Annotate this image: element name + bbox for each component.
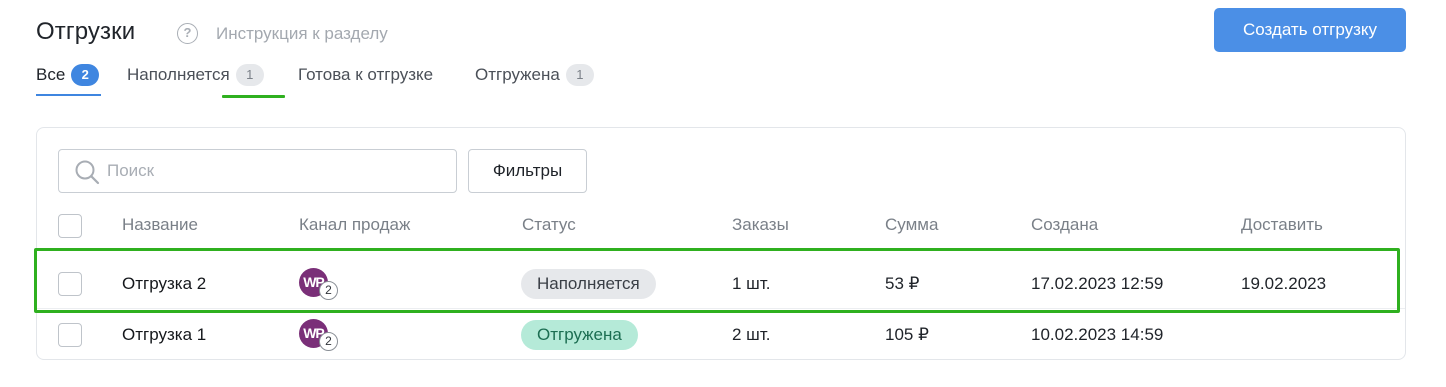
tab-count-badge: 1 xyxy=(565,64,594,86)
tab-count-badge: 2 xyxy=(71,64,100,86)
tab-all[interactable]: Все 2 xyxy=(36,62,101,96)
question-circle-icon[interactable]: ? xyxy=(177,23,198,44)
tab-label: Наполняется xyxy=(127,65,230,84)
search-input[interactable] xyxy=(107,159,437,183)
create-shipment-button[interactable]: Создать отгрузку xyxy=(1214,8,1406,52)
sum-value: 105 ₽ xyxy=(885,325,929,344)
page-title: Отгрузки xyxy=(36,18,136,45)
column-header-name[interactable]: Название xyxy=(122,215,198,235)
sales-channel: WP 2 xyxy=(299,266,339,300)
column-header-status[interactable]: Статус xyxy=(522,215,576,235)
column-header-deliver[interactable]: Доставить xyxy=(1241,215,1323,235)
shipment-name[interactable]: Отгрузка 1 xyxy=(122,325,206,345)
column-header-sum[interactable]: Сумма xyxy=(885,215,938,235)
deliver-date: 19.02.2023 xyxy=(1241,274,1327,293)
tab-ready-to-ship[interactable]: Готова к отгрузке xyxy=(298,62,433,96)
shipment-name[interactable]: Отгрузка 2 xyxy=(122,274,206,294)
tab-label: Все xyxy=(36,65,66,84)
status-badge: Отгружена xyxy=(521,320,638,350)
orders-count: 1 шт. xyxy=(732,274,771,293)
help-instruction-link[interactable]: Инструкция к разделу xyxy=(216,24,388,44)
tab-label: Готова к отгрузке xyxy=(298,65,434,84)
tab-label: Отгружена xyxy=(475,65,560,84)
created-date: 17.02.2023 12:59 xyxy=(1031,274,1164,293)
tab-count-badge: 1 xyxy=(235,64,264,86)
sum-value: 53 ₽ xyxy=(885,274,920,293)
channel-count-badge: 2 xyxy=(319,281,338,300)
table-row[interactable]: Отгрузка 2 WP 2 Наполняется 1 шт. 53 ₽ 1… xyxy=(37,259,1405,309)
status-badge: Наполняется xyxy=(521,269,656,299)
search-box[interactable] xyxy=(58,149,457,193)
tab-filling[interactable]: Наполняется 1 xyxy=(127,62,264,96)
sales-channel: WP 2 xyxy=(299,317,339,351)
column-header-orders[interactable]: Заказы xyxy=(732,215,789,235)
shipments-card: Фильтры Название Канал продаж Статус Зак… xyxy=(36,127,1406,360)
tab-shipped[interactable]: Отгружена 1 xyxy=(475,62,594,96)
column-header-channel[interactable]: Канал продаж xyxy=(299,215,410,235)
channel-count-badge: 2 xyxy=(319,332,338,351)
column-header-created[interactable]: Создана xyxy=(1031,215,1098,235)
row-checkbox[interactable] xyxy=(58,272,82,296)
table-row[interactable]: Отгрузка 1 WP 2 Отгружена 2 шт. 105 ₽ 10… xyxy=(37,310,1405,360)
select-all-checkbox[interactable] xyxy=(58,214,82,238)
search-icon xyxy=(75,160,100,185)
row-checkbox[interactable] xyxy=(58,323,82,347)
created-date: 10.02.2023 14:59 xyxy=(1031,325,1164,344)
orders-count: 2 шт. xyxy=(732,325,771,344)
filters-button[interactable]: Фильтры xyxy=(468,149,587,193)
tab-highlight-underline xyxy=(222,95,285,98)
